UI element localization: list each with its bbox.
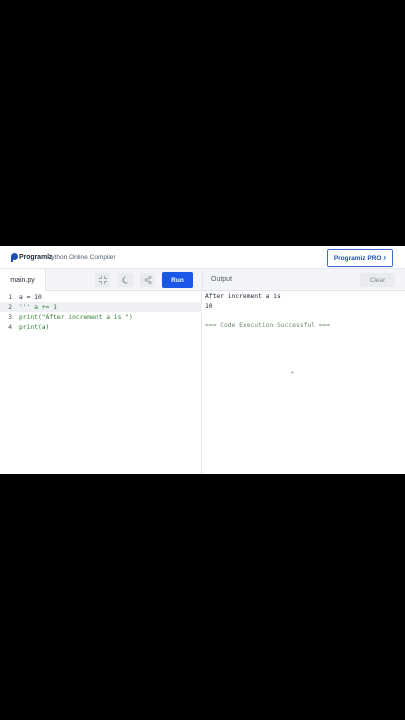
- line-number: 1: [8, 293, 12, 301]
- file-tab-main-py[interactable]: main.py: [0, 269, 46, 291]
- code-text[interactable]: print("After increment a is "): [19, 314, 133, 321]
- share-icon: [144, 276, 151, 284]
- output-line: 10: [205, 303, 213, 310]
- pro-button-label: Programiz PRO: [333, 254, 382, 262]
- code-editor[interactable]: 1 a = 10 2 ''' a += 1 3 print("After inc…: [0, 291, 202, 474]
- code-line[interactable]: 1 a = 10: [0, 292, 202, 302]
- run-button[interactable]: Run: [162, 272, 193, 288]
- theme-toggle-button[interactable]: [118, 273, 133, 287]
- toolbar: main.py Run Output Clear: [0, 269, 405, 291]
- line-number: 4: [8, 323, 12, 331]
- logo-icon: [11, 253, 18, 262]
- mouse-cursor-icon: ▸: [291, 369, 295, 376]
- programiz-pro-button[interactable]: Programiz PRO ›: [327, 249, 393, 267]
- compiler-window: Programiz Python Online Compiler Program…: [0, 246, 405, 474]
- chevron-right-icon: ›: [383, 253, 387, 262]
- app-title: Python Online Compiler: [47, 254, 116, 261]
- top-header: Programiz Python Online Compiler Program…: [0, 246, 405, 269]
- execution-status: === Code Execution Successful ===: [205, 322, 331, 329]
- line-number: 3: [8, 313, 12, 321]
- code-line[interactable]: 4 print(a): [0, 322, 202, 332]
- code-text[interactable]: print(a): [19, 324, 49, 331]
- output-panel: After increment a is 10 === Code Executi…: [203, 291, 405, 474]
- moon-icon: [121, 276, 128, 284]
- code-text[interactable]: a = 10: [19, 294, 42, 301]
- fullscreen-button[interactable]: [95, 273, 110, 287]
- clear-button[interactable]: Clear: [360, 273, 395, 287]
- output-line: After increment a is: [205, 293, 281, 300]
- output-label: Output: [211, 276, 233, 283]
- share-button[interactable]: [140, 273, 155, 287]
- collapse-icon: [98, 276, 107, 284]
- code-text[interactable]: ''' a += 1: [19, 304, 57, 311]
- code-line[interactable]: 3 print("After increment a is "): [0, 312, 202, 322]
- code-line-active[interactable]: 2 ''' a += 1: [0, 302, 202, 312]
- panel-divider[interactable]: [202, 269, 203, 291]
- line-number: 2: [8, 303, 12, 311]
